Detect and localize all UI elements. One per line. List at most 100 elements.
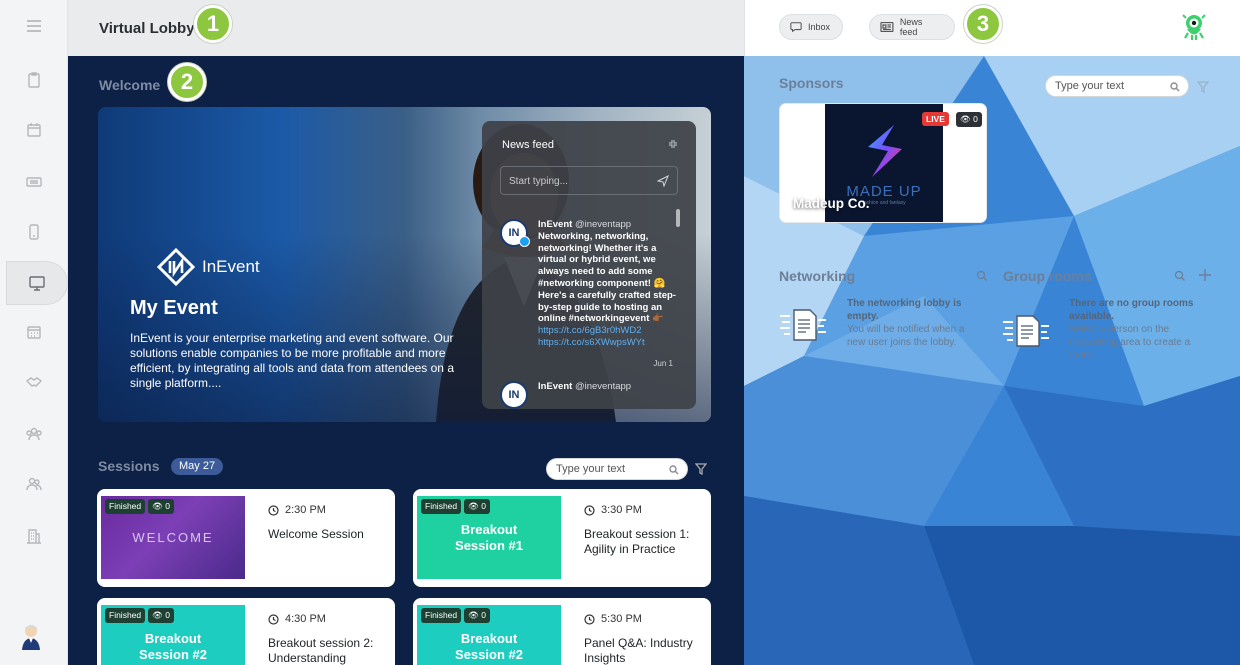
view-count-badge: 👁 0 [148,608,175,623]
clipboard-icon[interactable] [0,58,68,102]
calendar-grid-icon[interactable] [0,310,68,354]
phone-icon[interactable] [0,210,68,254]
search-icon [669,465,679,475]
session-card[interactable]: Breakout Session #2 Finished 👁 0 5:30 PM… [413,598,711,665]
finished-badge: Finished [105,499,146,514]
thumbnail-text: Breakout Session #2 [455,630,523,662]
thumbnail-text: Breakout Session #1 [455,521,523,553]
session-time: 2:30 PM [268,504,326,516]
sessions-date-badge[interactable]: May 27 [171,458,224,475]
view-count-badge: 👁 0 [464,608,491,623]
event-title: My Event [130,297,218,319]
twitter-bird-icon [519,236,530,247]
tweet-author: InEvent [538,219,573,230]
handshake-icon[interactable] [0,360,68,404]
group-rooms-empty-text: Select a person on the networking area t… [1069,324,1191,361]
newsfeed-input[interactable]: Start typing... [500,166,678,195]
session-title: Breakout session 2: Understanding [268,636,374,665]
user-avatar[interactable] [18,622,44,650]
session-card[interactable]: Breakout Session #2 Finished 👁 0 4:30 PM… [97,598,395,665]
sessions-search-placeholder: Type your text [556,463,626,475]
session-card[interactable]: WELCOME Finished 👁 0 2:30 PM Welcome Ses… [97,489,395,587]
group-rooms-empty-message: There are no group rooms available. Sele… [1069,297,1204,362]
tweet-link[interactable]: https://t.co/6gB3r0hWD2 [538,325,678,337]
lobby-main: Welcome InEvent My Event InEvent is your… [68,56,744,665]
sessions-search-input[interactable]: Type your text [546,458,688,480]
filter-icon[interactable] [1196,80,1210,94]
group-rooms-empty-title: There are no group rooms available. [1069,298,1194,322]
newspaper-icon [880,21,894,33]
thumbnail-text: WELCOME [132,529,214,545]
inbox-label: Inbox [807,22,830,32]
session-title: Breakout session 1: Agility in Practice [584,527,690,556]
inbox-button[interactable]: Inbox [779,14,843,40]
callout-badge-1: 1 [194,5,232,43]
view-count: 0 [165,501,171,511]
session-status: Finished 👁 0 [105,499,175,514]
empty-document-icon [780,309,826,341]
sponsors-search-input[interactable]: Type your text [1045,75,1189,97]
inevent-mark-icon [156,247,196,287]
session-time: 4:30 PM [268,613,326,625]
session-time-text: 4:30 PM [285,613,326,625]
brand-mascot-icon[interactable] [1179,12,1209,42]
session-time: 3:30 PM [584,504,642,516]
session-status: Finished 👁 0 [421,608,491,623]
menu-icon[interactable] [0,4,68,48]
clock-icon [268,613,279,625]
newsfeed-input-placeholder: Start typing... [509,176,568,187]
filter-icon[interactable] [694,462,708,476]
send-icon[interactable] [657,175,669,187]
group-icon[interactable] [0,412,68,456]
empty-document-icon [1003,315,1049,347]
sponsors-search-placeholder: Type your text [1055,80,1125,92]
networking-empty-title: The networking lobby is empty. [847,298,962,322]
sessions-label: Sessions [98,458,160,474]
search-icon[interactable] [976,270,988,282]
sponsor-logo-mark [868,124,902,177]
view-count-badge: 👁 0 [148,499,175,514]
sponsor-name: Madeup Co. [793,196,870,211]
tweet-avatar: IN [500,381,528,409]
calendar-icon[interactable] [0,108,68,152]
ticket-icon[interactable] [0,160,68,204]
tweet-date: Jun 1 [653,359,673,368]
view-count: 0 [481,610,487,620]
collapse-icon[interactable] [668,139,678,149]
tweet-handle: @ineventapp [574,219,632,230]
clock-icon [584,613,595,625]
callout-badge-3: 3 [964,5,1002,43]
thumbnail-text: Breakout Session #2 [139,630,207,662]
tweet-handle: @ineventapp [574,381,632,392]
event-hero-banner[interactable]: InEvent My Event InEvent is your enterpr… [98,107,711,422]
view-count: 0 [481,501,487,511]
networking-label: Networking [779,268,856,284]
finished-badge: Finished [421,608,462,623]
session-card[interactable]: Breakout Session #1 Finished 👁 0 3:30 PM… [413,489,711,587]
sponsor-card[interactable]: MADE UP fashion and fantasy Madeup Co. L… [779,103,987,223]
search-icon [1170,82,1180,92]
tweet-body: InEvent @ineventapp [538,381,678,393]
tweet-body: InEvent @ineventapp Networking, networki… [538,219,678,349]
search-icon[interactable] [1174,270,1186,282]
networking-empty-text: You will be notified when a new user joi… [847,324,965,348]
right-panel: Sponsors Type your text MADE UP fashion … [744,56,1240,665]
view-count-badge: 👁 0 [464,499,491,514]
page-title: Virtual Lobby [99,19,195,37]
users-icon[interactable] [0,462,68,506]
newsfeed-button[interactable]: News feed [869,14,955,40]
live-badge: LIVE [922,112,949,126]
finished-badge: Finished [421,499,462,514]
networking-empty-message: The networking lobby is empty. You will … [847,297,972,349]
clock-icon [584,504,595,516]
inevent-logo: InEvent [156,247,260,287]
add-icon[interactable] [1198,268,1212,282]
group-rooms-label: Group rooms [1003,268,1092,284]
monitor-icon[interactable] [6,261,68,305]
newsfeed-label: News feed [899,17,923,37]
tweet-link[interactable]: https://t.co/s6XWwpsWYt [538,337,678,349]
session-status: Finished 👁 0 [421,499,491,514]
welcome-label: Welcome [99,77,161,93]
building-icon[interactable] [0,514,68,558]
session-status: Finished 👁 0 [105,608,175,623]
